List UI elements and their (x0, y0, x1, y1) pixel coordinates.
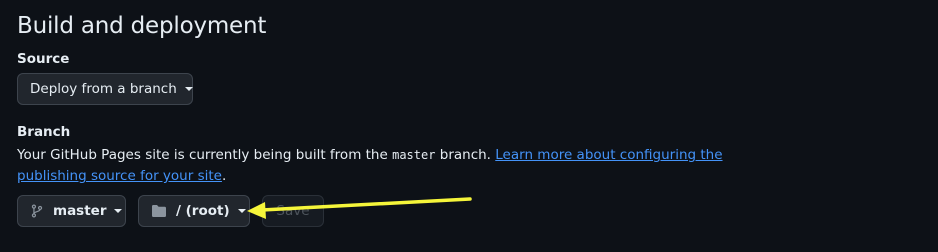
description-text-before: Your GitHub Pages site is currently bein… (17, 147, 393, 163)
branch-select-button[interactable]: master (17, 195, 126, 227)
branch-label: Branch (17, 124, 71, 140)
save-button[interactable]: Save (262, 195, 324, 227)
pages-build-deployment-panel: Build and deployment Source Deploy from … (0, 0, 938, 252)
branch-select-value: master (53, 203, 107, 219)
caret-down-icon (114, 209, 123, 213)
caret-down-icon (184, 87, 193, 91)
description-trailing: . (221, 168, 227, 184)
branch-name-code: master (392, 148, 436, 162)
folder-icon (151, 204, 167, 218)
folder-select-value: / (root) (176, 203, 230, 219)
folder-select-button[interactable]: / (root) (138, 195, 250, 227)
git-branch-icon (30, 204, 44, 218)
caret-down-icon (237, 209, 246, 213)
source-label: Source (17, 51, 70, 67)
branch-description: Your GitHub Pages site is currently bein… (17, 145, 792, 187)
section-heading: Build and deployment (17, 13, 267, 39)
source-dropdown-button[interactable]: Deploy from a branch (17, 73, 193, 105)
description-text-after: branch. (435, 147, 496, 163)
source-selected-value: Deploy from a branch (30, 81, 177, 97)
